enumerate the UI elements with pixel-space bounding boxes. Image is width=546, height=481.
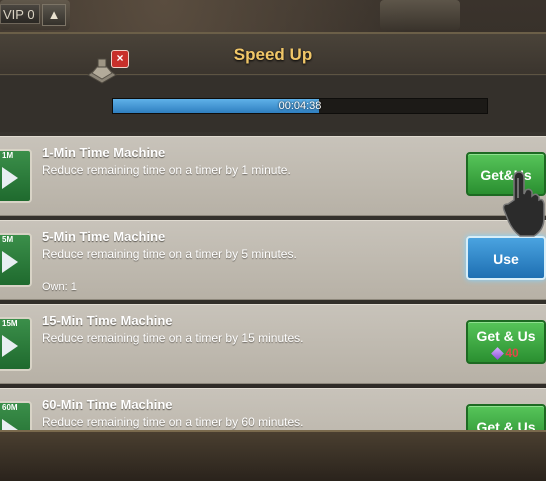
use-button[interactable]: Use: [466, 236, 546, 280]
timer-remaining: 00:04:38: [278, 100, 322, 112]
speed-up-item: 1M 1-Min Time Machine Reduce remaining tim…: [0, 136, 546, 216]
item-description: Reduce remaining time on a timer by 60 m…: [42, 415, 304, 429]
item-description: Reduce remaining time on a timer by 1 mi…: [42, 163, 291, 177]
panel-title: Speed Up: [233, 45, 313, 64]
item-icon-tag: 1M: [2, 151, 14, 160]
speed-up-item: 15M 15-Min Time Machine Reduce remaining t…: [0, 304, 546, 384]
item-title: 1-Min Time Machine: [42, 145, 166, 160]
button-cost: 40: [468, 346, 544, 361]
background-structure: [380, 0, 460, 30]
speed-up-item: 5M 5-Min Time Machine Reduce remaining tim…: [0, 220, 546, 300]
cancel-timer-button[interactable]: ×: [111, 50, 129, 68]
item-owned-count: Own: 1: [42, 281, 77, 293]
play-arrow-icon: [2, 251, 18, 273]
bottom-frame: [0, 430, 546, 481]
vip-badge[interactable]: VIP 0: [0, 4, 40, 24]
get-and-use-button[interactable]: Get & Us 40: [466, 320, 546, 364]
item-title: 60-Min Time Machine: [42, 397, 173, 412]
play-arrow-icon: [2, 335, 18, 357]
gem-icon: [491, 347, 505, 361]
time-machine-icon: 15M: [0, 317, 32, 371]
item-description: Reduce remaining time on a timer by 15 m…: [42, 331, 304, 345]
tutorial-hand-icon: [502, 171, 545, 237]
play-arrow-icon: [2, 167, 18, 189]
item-icon-tag: 15M: [2, 319, 18, 328]
time-machine-icon: 1M: [0, 149, 32, 203]
panel-header: Speed Up: [0, 34, 546, 75]
item-title: 5-Min Time Machine: [42, 229, 166, 244]
timer-progress-bar: 00:04:38: [112, 98, 488, 114]
item-title: 15-Min Time Machine: [42, 313, 173, 328]
button-label: Use: [493, 251, 519, 267]
item-description: Reduce remaining time on a timer by 5 mi…: [42, 247, 297, 261]
time-machine-icon: 5M: [0, 233, 32, 287]
arrow-up-icon[interactable]: ▲: [42, 4, 66, 26]
item-icon-tag: 5M: [2, 235, 14, 244]
button-label: Get & Us: [476, 328, 536, 344]
item-icon-tag: 60M: [2, 403, 18, 412]
cost-value: 40: [505, 346, 519, 360]
